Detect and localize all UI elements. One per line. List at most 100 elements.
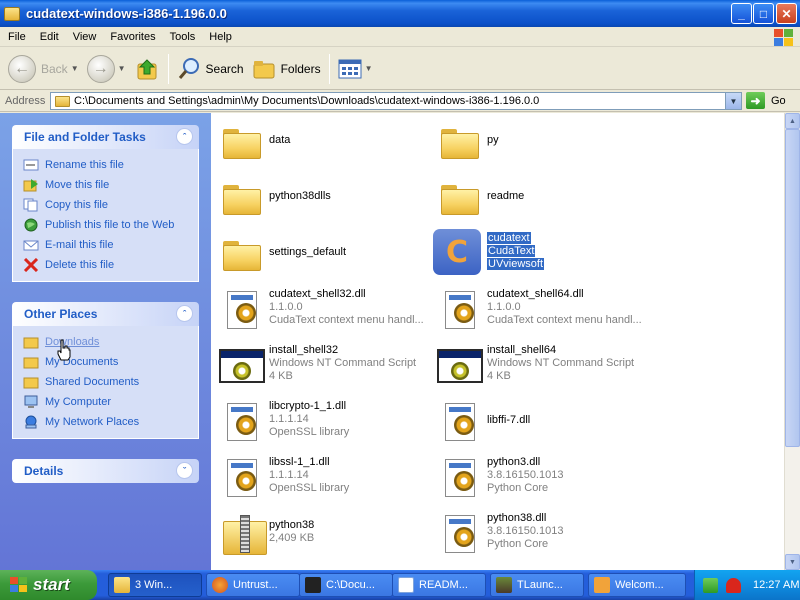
- task-email[interactable]: E-mail this file: [23, 235, 198, 255]
- close-button[interactable]: ✕: [776, 3, 797, 24]
- taskbar-button-firefox[interactable]: Untrust...: [206, 573, 300, 597]
- arrow-left-icon: ←: [8, 54, 36, 83]
- file-folder-tasks-panel: File and Folder Tasks ˆ Rename this file…: [12, 125, 199, 282]
- place-my-computer[interactable]: My Computer: [23, 392, 198, 412]
- place-my-documents[interactable]: My Documents: [23, 352, 198, 372]
- task-rename[interactable]: Rename this file: [23, 155, 198, 175]
- taskbar-button-7zip[interactable]: C:\Docu...: [299, 573, 393, 597]
- file-item[interactable]: libcrypto-1_1.dll 1.1.1.14 OpenSSL library: [213, 395, 431, 445]
- folder-icon: [441, 185, 479, 215]
- file-item[interactable]: python38.dll 3.8.16150.1013 Python Core: [431, 507, 649, 557]
- folder-icon: [55, 95, 70, 107]
- file-item[interactable]: install_shell32 Windows NT Command Script…: [213, 339, 431, 389]
- folders-button[interactable]: Folders: [248, 52, 325, 86]
- dll-file-icon: [227, 291, 257, 329]
- menu-view[interactable]: View: [67, 31, 103, 43]
- up-folder-icon: [137, 58, 157, 79]
- address-bar: Address C:\Documents and Settings\admin\…: [0, 90, 800, 112]
- collapse-icon[interactable]: ˆ: [176, 305, 193, 322]
- task-move[interactable]: Move this file: [23, 175, 198, 195]
- shield-icon[interactable]: [726, 577, 741, 593]
- search-button[interactable]: Search: [173, 52, 248, 86]
- windows-logo-icon: [772, 28, 794, 46]
- other-places-header[interactable]: Other Places ˆ: [12, 302, 199, 326]
- search-icon: [178, 57, 199, 79]
- scroll-down-button[interactable]: ▼: [785, 554, 800, 570]
- views-button[interactable]: ▼: [334, 52, 377, 86]
- minimize-button[interactable]: _: [731, 3, 752, 24]
- menu-help[interactable]: Help: [203, 31, 238, 43]
- taskbar-button-cudatext[interactable]: Welcom...: [588, 573, 686, 597]
- taskbar-button-explorer[interactable]: 3 Win...: [108, 573, 202, 597]
- folder-icon: [223, 129, 261, 159]
- window-title: cudatext-windows-i386-1.196.0.0: [26, 6, 227, 21]
- file-item-partial[interactable]: [431, 563, 649, 570]
- place-downloads[interactable]: Downloads: [23, 332, 198, 352]
- expand-icon[interactable]: ˇ: [176, 462, 193, 479]
- forward-button[interactable]: → ▼: [83, 52, 130, 86]
- vertical-scrollbar[interactable]: ▲ ▼: [784, 113, 800, 570]
- maximize-button[interactable]: □: [753, 3, 774, 24]
- menu-edit[interactable]: Edit: [34, 31, 65, 43]
- firefox-icon: [212, 577, 228, 593]
- windows-flag-icon: [10, 577, 28, 593]
- task-publish[interactable]: Publish this file to the Web: [23, 215, 198, 235]
- file-item[interactable]: python38dlls: [213, 171, 431, 221]
- dll-file-icon: [445, 291, 475, 329]
- details-header[interactable]: Details ˇ: [12, 459, 199, 483]
- scroll-thumb[interactable]: [785, 129, 800, 447]
- toolbar-separator: [328, 53, 330, 84]
- tlauncher-icon: [496, 577, 512, 593]
- toolbar-separator: [167, 53, 169, 84]
- file-item[interactable]: python38 2,409 KB: [213, 507, 431, 557]
- computer-icon: [24, 395, 38, 408]
- menu-favorites[interactable]: Favorites: [104, 31, 161, 43]
- views-icon: [338, 59, 362, 78]
- taskbar-button-notepad[interactable]: READM...: [392, 573, 486, 597]
- file-item[interactable]: cudatext_shell32.dll 1.1.0.0 CudaText cont…: [213, 283, 431, 333]
- notepad-icon: [398, 577, 414, 593]
- file-item[interactable]: readme: [431, 171, 649, 221]
- hand-cursor-icon: [57, 339, 71, 361]
- command-script-icon: [437, 349, 483, 383]
- file-item[interactable]: python3.dll 3.8.16150.1013 Python Core: [431, 451, 649, 501]
- place-my-network-places[interactable]: My Network Places: [23, 412, 198, 432]
- toolbar: ← Back ▼ → ▼ Search Folders ▼: [0, 48, 800, 90]
- network-tray-icon[interactable]: [703, 577, 718, 593]
- address-input[interactable]: C:\Documents and Settings\admin\My Docum…: [50, 92, 742, 110]
- folders-icon: [253, 60, 275, 78]
- file-item-selected[interactable]: C cudatext CudaText UVviewsoft: [431, 227, 649, 277]
- file-item[interactable]: data: [213, 115, 431, 165]
- file-item[interactable]: cudatext_shell64.dll 1.1.0.0 CudaText cont…: [431, 283, 649, 333]
- command-script-icon: [219, 349, 265, 383]
- menu-tools[interactable]: Tools: [164, 31, 202, 43]
- task-delete[interactable]: Delete this file: [23, 255, 198, 275]
- go-arrow-icon: ➜: [746, 92, 765, 109]
- clock: 12:27 AM: [753, 579, 800, 591]
- file-folder-tasks-header[interactable]: File and Folder Tasks ˆ: [12, 125, 199, 149]
- file-item[interactable]: settings_default: [213, 227, 431, 277]
- file-list-view[interactable]: data py python38dlls readme settings_def…: [211, 113, 784, 570]
- taskbar-button-tlauncher[interactable]: TLaunc...: [490, 573, 584, 597]
- back-button[interactable]: ← Back ▼: [4, 52, 83, 86]
- file-item-partial[interactable]: [213, 563, 431, 570]
- folder-icon: [23, 377, 39, 389]
- collapse-icon[interactable]: ˆ: [176, 128, 193, 145]
- file-item[interactable]: py: [431, 115, 649, 165]
- go-button[interactable]: ➜ Go: [746, 92, 786, 109]
- title-bar[interactable]: cudatext-windows-i386-1.196.0.0 _ □ ✕: [0, 0, 800, 27]
- address-dropdown-button[interactable]: ▼: [725, 93, 741, 109]
- scroll-up-button[interactable]: ▲: [785, 113, 800, 129]
- task-copy[interactable]: Copy this file: [23, 195, 198, 215]
- folder-icon: [441, 129, 479, 159]
- dll-file-icon: [227, 403, 257, 441]
- cudatext-icon: [594, 577, 610, 593]
- menu-file[interactable]: File: [2, 31, 32, 43]
- network-icon: [25, 415, 37, 429]
- file-item[interactable]: libssl-1_1.dll 1.1.1.14 OpenSSL library: [213, 451, 431, 501]
- start-button[interactable]: start: [0, 570, 97, 600]
- up-button[interactable]: [130, 52, 164, 86]
- place-shared-documents[interactable]: Shared Documents: [23, 372, 198, 392]
- file-item[interactable]: install_shell64 Windows NT Command Script…: [431, 339, 649, 389]
- file-item[interactable]: libffi-7.dll: [431, 395, 649, 445]
